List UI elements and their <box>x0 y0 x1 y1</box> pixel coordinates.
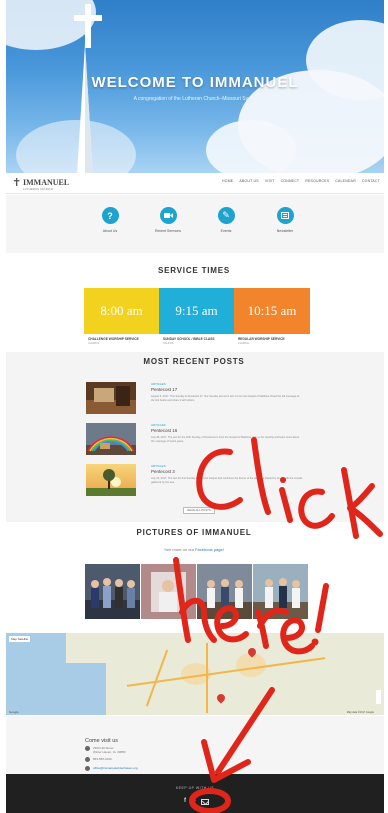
contact-section: Come visit us 2300 Hill Street Winter Hav… <box>6 716 384 774</box>
service-time: 9:15 am <box>159 288 234 334</box>
service-card: 8:00 am CHALLENGE WORSHIP SERVICE CHURCH <box>84 288 159 350</box>
post-item[interactable]: ARTICLES Pentecost 16 July 28, 2017. The… <box>86 423 306 455</box>
location-icon <box>85 746 90 751</box>
pencil-icon: ✎ <box>217 207 235 224</box>
location-map[interactable]: Map Satellite Google Map data ©2017 Goog… <box>6 633 384 715</box>
question-icon: ? <box>101 207 119 224</box>
contact-email: office@immanuelwinterhaven.org <box>85 766 138 771</box>
logo-text: IMMANUEL <box>23 178 70 187</box>
service-card: 10:15 am REGULAR WORSHIP SERVICE CHURCH <box>234 288 310 350</box>
facebook-link[interactable]: Facebook page! <box>195 547 224 552</box>
post-excerpt: August 5, 2017. This Sunday is Pentecost… <box>151 395 300 402</box>
quick-link-events[interactable]: ✎ Events <box>196 207 256 233</box>
pictures-note: See more on our Facebook page! <box>164 547 224 552</box>
post-title[interactable]: Pentecost 16 <box>151 428 177 433</box>
church-logo-icon: ✝ <box>12 177 22 189</box>
cross-icon <box>85 4 91 48</box>
logo-subtext: LUTHERAN CHURCH <box>23 187 54 191</box>
post-excerpt: July 28, 2017. The text for the 16th Sun… <box>151 436 300 443</box>
gallery-photo[interactable] <box>141 564 196 619</box>
contact-title: Come visit us <box>85 738 119 744</box>
cloud <box>206 120 296 173</box>
map-zoom-control[interactable] <box>376 690 381 704</box>
map-credit: Map data ©2017 Google <box>346 711 374 714</box>
quick-link-about[interactable]: ? About Us <box>80 207 140 233</box>
google-plus-icon[interactable]: G <box>191 798 196 805</box>
facebook-icon[interactable]: f <box>184 798 186 805</box>
contact-address: 2300 Hill Street Winter Haven, FL 33880 <box>85 746 125 754</box>
map-type-toggle[interactable]: Map Satellite <box>9 636 31 642</box>
quick-links: ? About Us Recent Sermons ✎ Events Newsl… <box>6 195 384 253</box>
hero-title: WELCOME TO IMMANUEL <box>91 74 299 91</box>
social-links: f G <box>184 798 209 805</box>
post-item[interactable]: ARTICLES Pentecost 3 July 20, 2017. The … <box>86 464 306 496</box>
gallery-photo[interactable] <box>253 564 308 619</box>
quick-link-newsletter[interactable]: Newsletter <box>255 207 315 233</box>
hero-banner: WELCOME TO IMMANUEL A congregation of th… <box>6 0 384 173</box>
nav-item-resources[interactable]: RESOURCES <box>305 179 329 183</box>
nav-item-home[interactable]: HOME <box>222 179 233 183</box>
post-title[interactable]: Pentecost 3 <box>151 469 175 474</box>
nav-item-about[interactable]: ABOUT US <box>239 179 258 183</box>
video-camera-icon <box>159 207 177 224</box>
quick-link-sermons[interactable]: Recent Sermons <box>138 207 198 233</box>
site-logo[interactable]: ✝ IMMANUEL LUTHERAN CHURCH <box>12 176 72 191</box>
main-navigation: ✝ IMMANUEL LUTHERAN CHURCH HOME ABOUT US… <box>6 173 384 194</box>
service-card: 9:15 am SUNDAY SCHOOL / BIBLE CLASS SCHO… <box>159 288 234 350</box>
nav-item-connect[interactable]: CONNECT <box>281 179 300 183</box>
nav-item-contact[interactable]: CONTACT <box>362 179 380 183</box>
menu: HOME ABOUT US VISIT CONNECT RESOURCES CA… <box>222 179 380 183</box>
hero-subtitle: A congregation of the Lutheran Church–Mi… <box>133 96 257 102</box>
contact-phone: 863-555-0100 <box>85 757 112 762</box>
footer: KEEP UP WITH US f G <box>6 774 384 813</box>
post-item[interactable]: ARTICLES Pentecost 17 August 5, 2017. Th… <box>86 382 306 414</box>
post-title[interactable]: Pentecost 17 <box>151 387 177 392</box>
email-icon <box>85 766 90 771</box>
service-times: 8:00 am CHALLENGE WORSHIP SERVICE CHURCH… <box>84 288 310 350</box>
pictures-heading: PICTURES OF IMMANUEL <box>136 528 252 537</box>
footer-label: KEEP UP WITH US <box>175 786 215 790</box>
nav-item-visit[interactable]: VISIT <box>265 179 275 183</box>
service-time: 8:00 am <box>84 288 159 334</box>
mail-icon[interactable] <box>200 799 209 805</box>
recent-posts-heading: MOST RECENT POSTS <box>143 357 245 366</box>
post-thumbnail[interactable] <box>86 464 136 496</box>
phone-icon <box>85 757 90 762</box>
gallery-photo[interactable] <box>197 564 252 619</box>
post-excerpt: July 20, 2017. The text for this Sunday … <box>151 477 303 484</box>
nav-item-calendar[interactable]: CALENDAR <box>335 179 356 183</box>
newsletter-icon <box>276 207 294 224</box>
read-all-posts-button[interactable]: READ ALL POSTS <box>183 507 215 514</box>
service-time: 10:15 am <box>234 288 310 334</box>
map-provider-logo: Google <box>9 710 19 714</box>
post-thumbnail[interactable] <box>86 382 136 414</box>
gallery-photo[interactable] <box>85 564 140 619</box>
post-thumbnail[interactable] <box>86 423 136 455</box>
service-times-heading: SERVICE TIMES <box>157 266 231 275</box>
